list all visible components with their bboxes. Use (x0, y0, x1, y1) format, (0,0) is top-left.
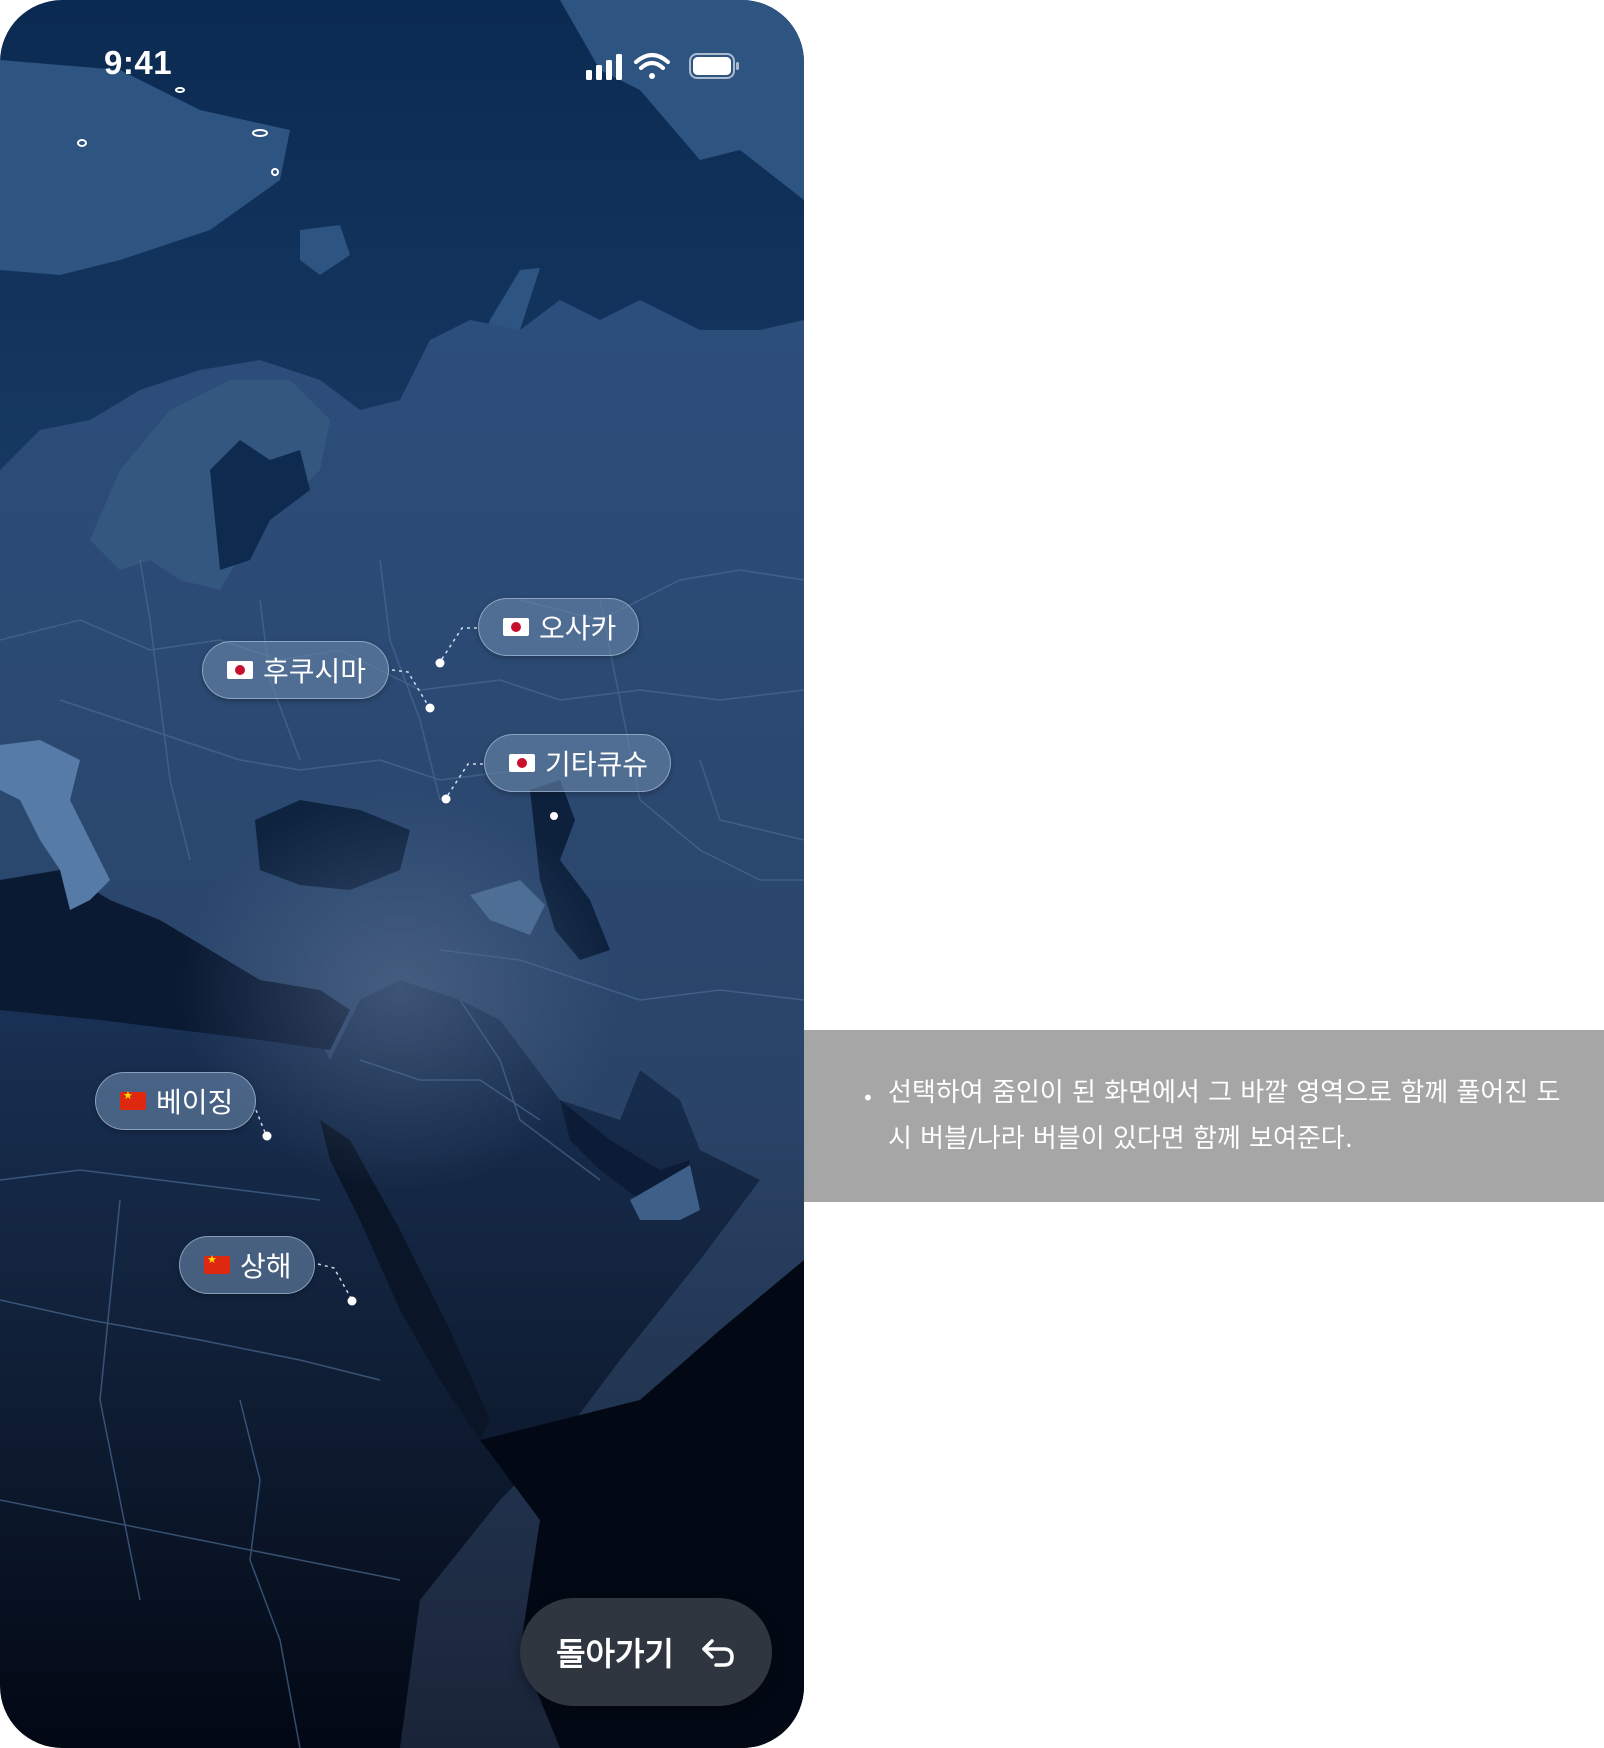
return-arrow-icon (702, 1639, 734, 1667)
city-bubble-label: 후쿠시마 (263, 655, 367, 688)
japan-flag-icon (509, 754, 535, 772)
city-bubble-label: 기타큐슈 (545, 748, 649, 781)
annotation-text: 선택하여 줌인이 된 화면에서 그 바깥 영역으로 함께 풀어진 도시 버블/나… (888, 1078, 1561, 1154)
back-button-label: 돌아가기 (556, 1635, 674, 1673)
annotation-panel: • 선택하여 줌인이 된 화면에서 그 바깥 영역으로 함께 풀어진 도시 버블… (804, 1030, 1604, 1202)
china-flag-icon (204, 1253, 230, 1274)
back-button[interactable]: 돌아가기 (520, 1598, 772, 1706)
cellular-signal-icon (586, 54, 622, 80)
city-bubble-fukushima[interactable]: 후쿠시마 (202, 641, 390, 699)
city-bubble-kitakyushu[interactable]: 기타큐슈 (484, 734, 672, 792)
japan-flag-icon (227, 661, 253, 679)
world-map[interactable] (0, 0, 804, 1748)
focus-glow (180, 790, 620, 1190)
china-flag-icon (120, 1089, 146, 1110)
japan-flag-icon (503, 618, 529, 636)
annotation-bullet: • (862, 1086, 874, 1110)
svalbard-landmass (300, 225, 350, 275)
arctic-islands (560, 0, 804, 200)
city-bubble-shanghai[interactable]: 상해 (179, 1236, 315, 1294)
battery-icon (689, 53, 739, 79)
greenland-landmass (0, 60, 290, 275)
city-bubble-osaka[interactable]: 오사카 (478, 598, 640, 656)
city-bubble-label: 베이징 (156, 1086, 234, 1119)
phone-screen: 9:41 오사카 후쿠시마 기타큐슈 베이징 (0, 0, 804, 1748)
city-bubble-beijing[interactable]: 베이징 (95, 1072, 257, 1130)
status-bar-time: 9:41 (104, 44, 173, 81)
wifi-icon (634, 53, 670, 79)
city-bubble-label: 상해 (240, 1250, 292, 1283)
city-bubble-label: 오사카 (539, 612, 617, 645)
status-bar-icons (586, 53, 739, 80)
